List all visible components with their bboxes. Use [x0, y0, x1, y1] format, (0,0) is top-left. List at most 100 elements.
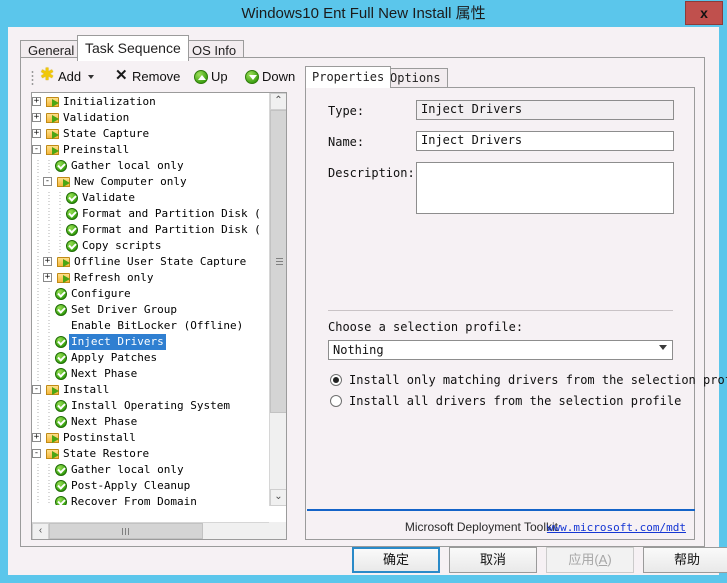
toolbar-grip[interactable]: [31, 70, 34, 86]
tree-item[interactable]: Post-Apply Cleanup: [32, 478, 268, 494]
tab-options[interactable]: Options: [383, 68, 448, 87]
mdt-website-link[interactable]: www.microsoft.com/mdt: [547, 521, 686, 534]
tree-indent-guide: [43, 494, 54, 505]
folder-group-icon: [46, 447, 61, 461]
radio-install-all[interactable]: Install all drivers from the selection p…: [330, 392, 681, 410]
tree-item[interactable]: Next Phase: [32, 366, 268, 382]
selection-profile-dropdown[interactable]: Nothing: [328, 340, 673, 360]
tree-item[interactable]: Format and Partition Disk (: [32, 222, 268, 238]
section-divider: [328, 310, 673, 311]
green-check-icon: [54, 159, 69, 173]
task-sequence-tree[interactable]: + Initialization + Validation + State Capture…: [32, 94, 268, 505]
tree-item[interactable]: Copy scripts: [32, 238, 268, 254]
tree-expander-icon[interactable]: +: [43, 257, 52, 266]
tree-item-label: Apply Patches: [71, 351, 158, 364]
tree-item[interactable]: + Initialization: [32, 94, 268, 110]
gray-check-icon: [54, 319, 69, 333]
radio-install-matching[interactable]: Install only matching drivers from the s…: [330, 371, 727, 389]
tree-expander-icon[interactable]: -: [32, 385, 41, 394]
scroll-left-button[interactable]: ‹: [32, 523, 49, 539]
tree-indent-guide: [32, 478, 43, 494]
tree-item[interactable]: + Offline User State Capture: [32, 254, 268, 270]
tree-item[interactable]: Inject Drivers: [32, 334, 268, 350]
move-up-button[interactable]: Up: [194, 66, 228, 88]
green-check-icon: [65, 223, 80, 237]
ok-button[interactable]: 确定: [352, 547, 440, 573]
tree-indent-guide: [43, 334, 54, 350]
tree-item[interactable]: + Postinstall: [32, 430, 268, 446]
tree-indent-guide: [43, 206, 54, 222]
scrollbar-corner: [269, 522, 286, 539]
close-button[interactable]: x: [685, 1, 723, 25]
remove-button[interactable]: Remove: [115, 66, 180, 88]
tree-item[interactable]: + State Capture: [32, 126, 268, 142]
tree-item[interactable]: Validate: [32, 190, 268, 206]
tree-vertical-scrollbar[interactable]: ⌃ ⌄: [269, 93, 286, 506]
tree-item[interactable]: + Validation: [32, 110, 268, 126]
description-field[interactable]: [416, 162, 674, 214]
tree-item[interactable]: Install Operating System: [32, 398, 268, 414]
tree-expander-icon[interactable]: +: [32, 97, 41, 106]
tree-item[interactable]: Set Driver Group: [32, 302, 268, 318]
tree-expander-icon[interactable]: -: [32, 449, 41, 458]
horizontal-scroll-thumb[interactable]: [49, 523, 203, 539]
tree-indent-guide: [43, 222, 54, 238]
tree-item-label: Set Driver Group: [71, 303, 177, 316]
title-bar: Windows10 Ent Full New Install 属性 x: [0, 0, 727, 27]
chevron-down-icon[interactable]: [88, 75, 95, 79]
tree-expander-icon[interactable]: -: [32, 145, 41, 154]
tree-expander-icon[interactable]: -: [43, 177, 52, 186]
scroll-up-button[interactable]: ⌃: [270, 93, 286, 110]
tree-item[interactable]: Gather local only: [32, 462, 268, 478]
tree-item[interactable]: - Preinstall: [32, 142, 268, 158]
tree-expander-icon[interactable]: +: [43, 273, 52, 282]
tab-task-sequence[interactable]: Task Sequence: [77, 35, 189, 61]
tree-indent-guide: [43, 286, 54, 302]
tree-item[interactable]: - New Computer only: [32, 174, 268, 190]
green-check-icon: [54, 287, 69, 301]
tree-item[interactable]: Apply Patches: [32, 350, 268, 366]
tree-item[interactable]: Enable BitLocker (Offline): [32, 318, 268, 334]
move-down-label: Down: [262, 69, 296, 84]
tree-indent-guide: [32, 494, 43, 505]
tab-content-task-sequence: Add Remove Up Down +Initializatio: [20, 57, 727, 547]
tree-expander-icon[interactable]: +: [32, 113, 41, 122]
help-button[interactable]: 帮助: [643, 547, 727, 573]
tree-item-label: Next Phase: [71, 415, 138, 428]
tree-item[interactable]: - Install: [32, 382, 268, 398]
tree-indent-guide: [32, 334, 43, 350]
tree-expander-icon[interactable]: +: [32, 433, 41, 442]
tree-indent-guide: [32, 270, 43, 286]
tree-expander-icon[interactable]: +: [32, 129, 41, 138]
tree-item[interactable]: Format and Partition Disk (: [32, 206, 268, 222]
green-check-icon: [54, 415, 69, 429]
tree-item[interactable]: Gather local only: [32, 158, 268, 174]
vertical-scroll-thumb[interactable]: [270, 110, 286, 413]
apply-prefix: 应用(: [568, 552, 599, 567]
folder-group-icon: [46, 431, 61, 445]
radio-button-matching-icon: [330, 374, 342, 386]
tree-item[interactable]: - State Restore: [32, 446, 268, 462]
add-button-label: Add: [58, 69, 82, 84]
tree-indent-guide: [32, 318, 43, 334]
tree-indent-guide: [32, 206, 43, 222]
tab-properties[interactable]: Properties: [305, 66, 392, 88]
name-field[interactable]: Inject Drivers: [416, 131, 674, 151]
scroll-down-button[interactable]: ⌄: [270, 489, 286, 506]
tree-indent-guide: [43, 414, 54, 430]
tree-item[interactable]: + Refresh only: [32, 270, 268, 286]
tree-item[interactable]: Configure: [32, 286, 268, 302]
tree-item[interactable]: Next Phase: [32, 414, 268, 430]
tree-horizontal-scrollbar[interactable]: ‹ ›: [32, 522, 286, 539]
add-button[interactable]: Add: [40, 66, 95, 88]
tree-toolbar: Add Remove Up Down: [31, 66, 296, 90]
tree-item-label: Offline User State Capture: [74, 255, 247, 268]
cancel-button[interactable]: 取消: [449, 547, 537, 573]
tree-item[interactable]: Recover From Domain: [32, 494, 268, 505]
tree-indent-guide: [32, 350, 43, 366]
green-check-icon: [54, 479, 69, 493]
folder-group-icon: [46, 383, 61, 397]
green-check-icon: [54, 367, 69, 381]
tree-indent-guide: [43, 158, 54, 174]
move-down-button[interactable]: Down: [245, 66, 295, 88]
